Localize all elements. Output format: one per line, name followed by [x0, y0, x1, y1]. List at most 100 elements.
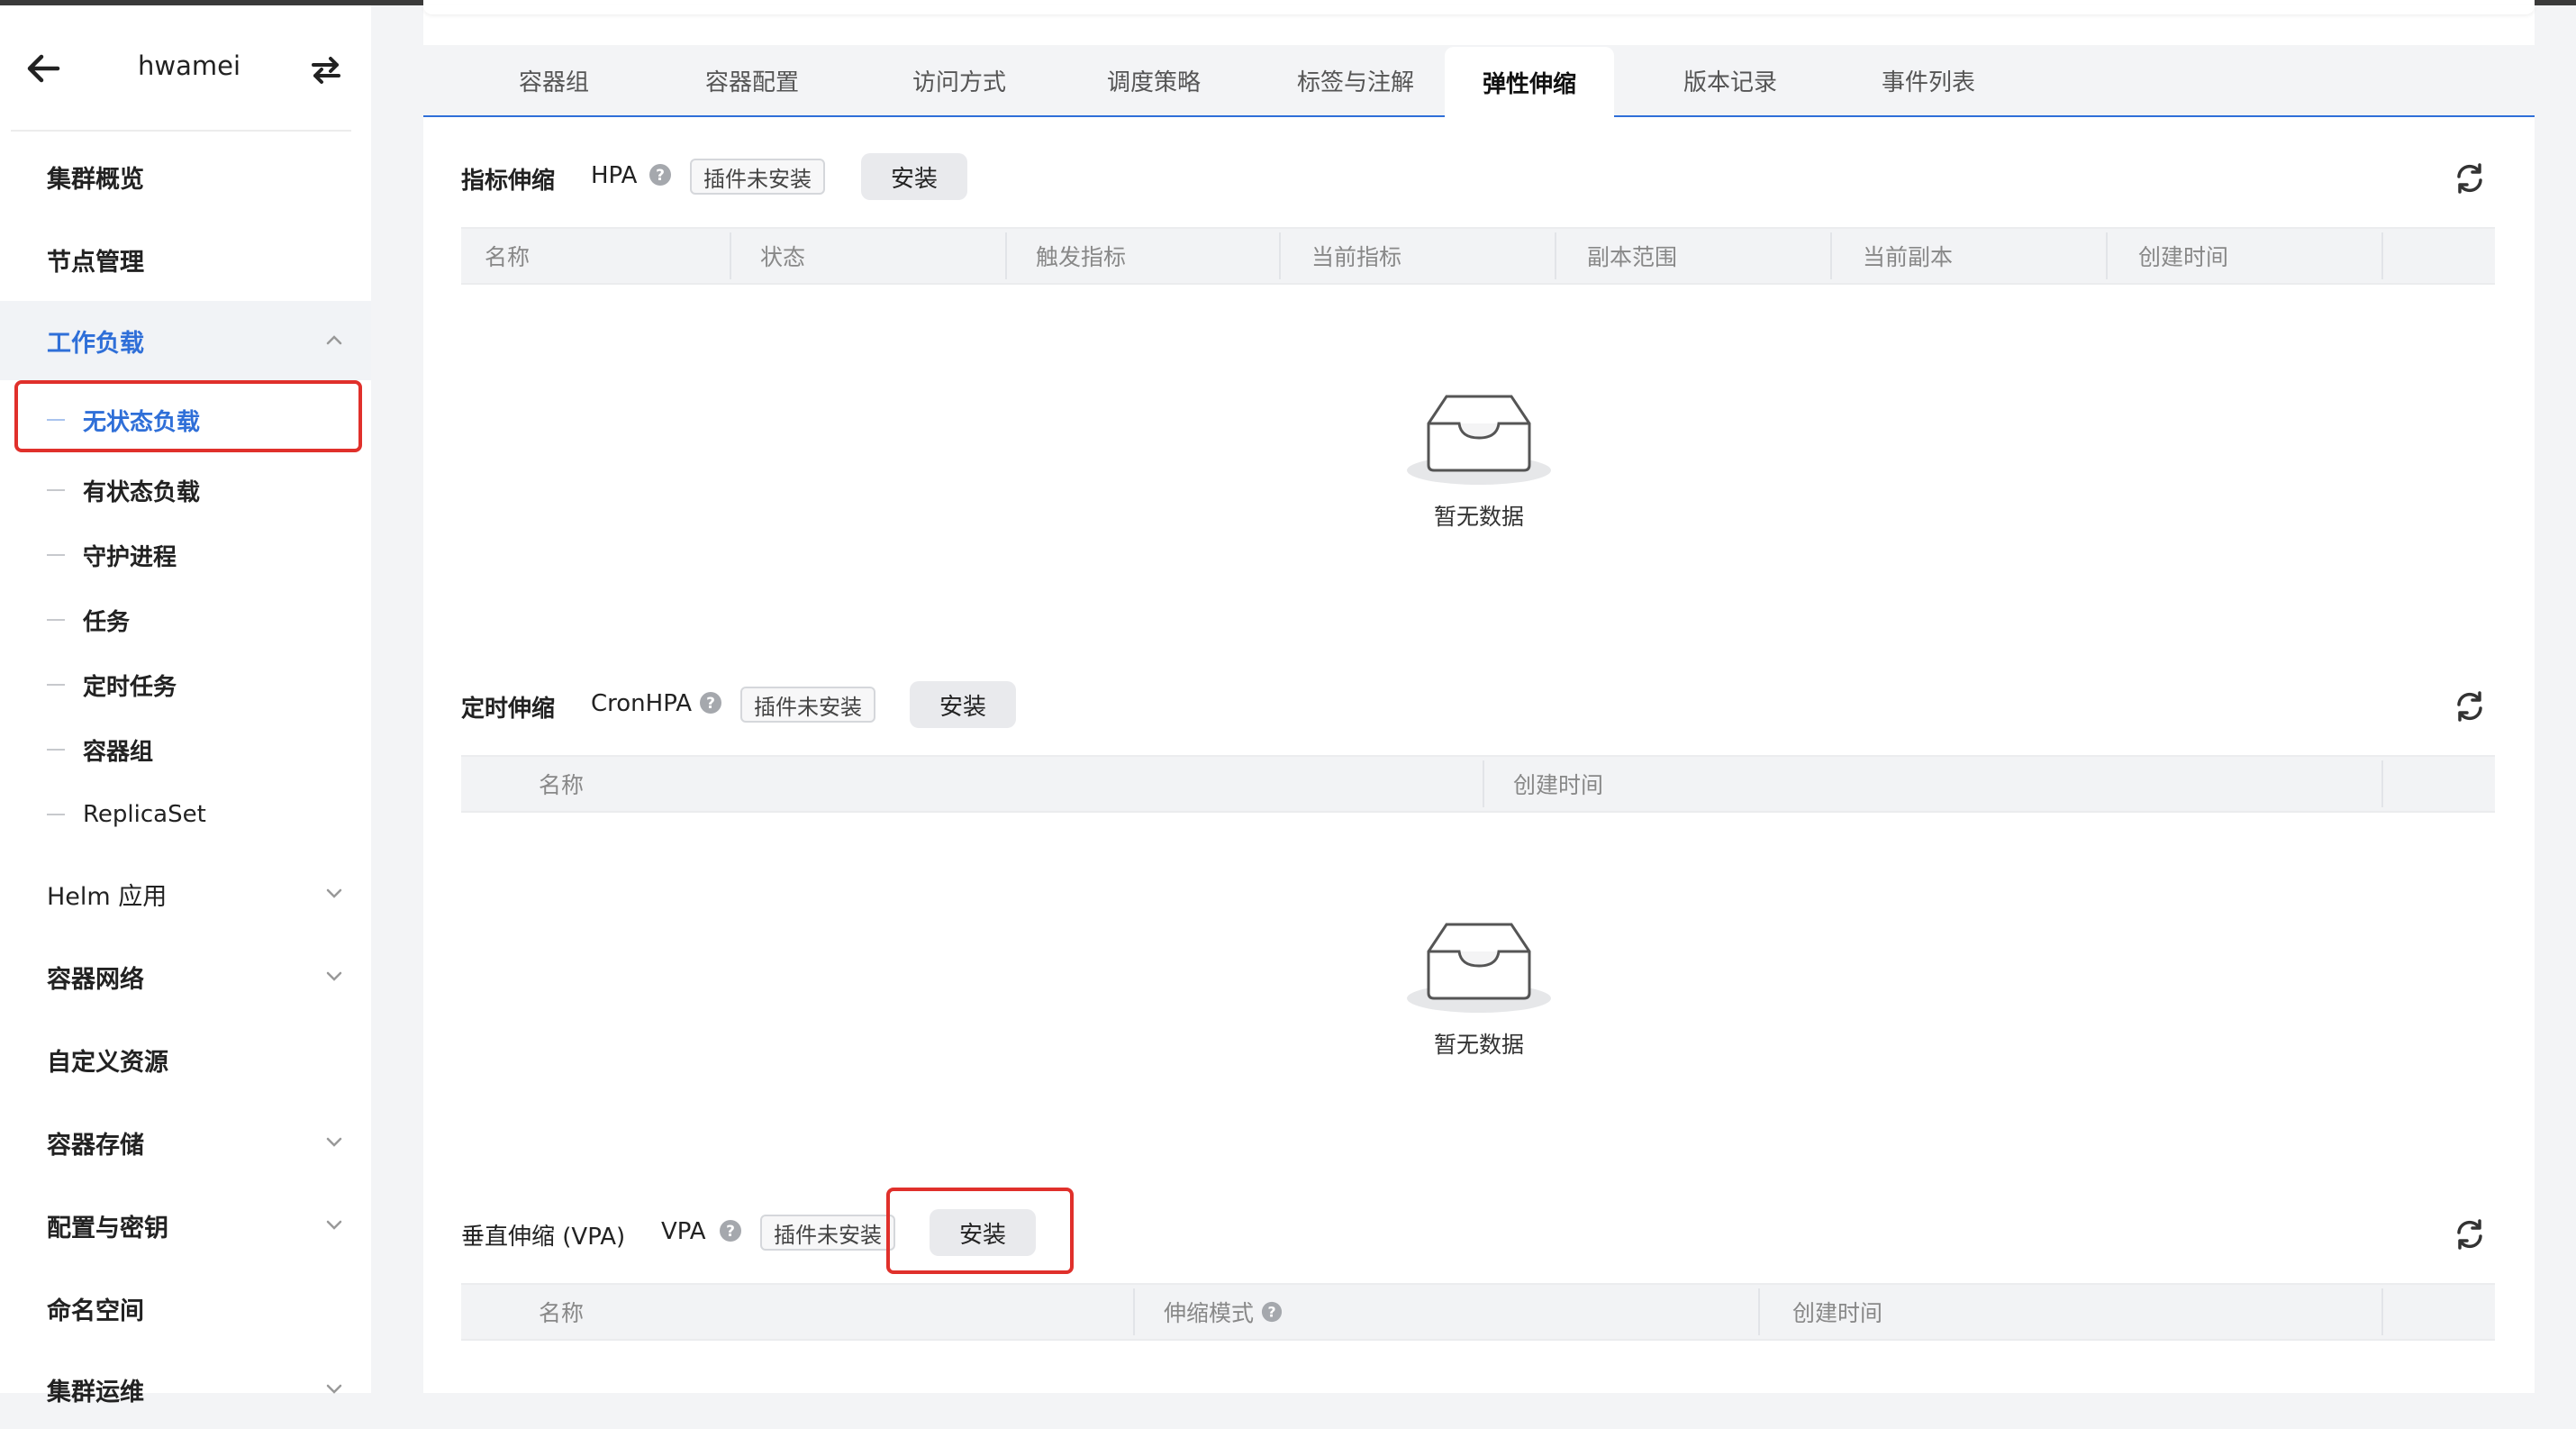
sidebar-item-cronjobs[interactable]: 定时任务	[0, 652, 371, 717]
column-separator	[2106, 232, 2108, 279]
sidebar-item-cluster-overview[interactable]: 集群概览	[0, 137, 371, 216]
sidebar-item-replicasets[interactable]: ReplicaSet	[0, 782, 371, 847]
svg-text:?: ?	[656, 167, 665, 185]
column-header[interactable]: 名称	[539, 1285, 1043, 1339]
vpa-table-header: 名称 伸缩模式 ? 创建时间	[461, 1283, 2495, 1341]
tab-scheduling[interactable]: 调度策略	[1059, 45, 1248, 115]
sidebar-item-label: Helm 应用	[47, 882, 168, 911]
sidebar-item-container-network[interactable]: 容器网络	[0, 937, 371, 1016]
column-header[interactable]: 名称	[539, 757, 1349, 811]
column-header[interactable]: 状态	[760, 229, 1003, 283]
sidebar-item-label: 自定义资源	[47, 1048, 168, 1077]
refresh-icon[interactable]	[2452, 688, 2488, 724]
column-header[interactable]: 创建时间	[1513, 757, 2324, 811]
sidebar-item-label: 工作负载	[47, 329, 144, 358]
column-header[interactable]: 当前指标	[1311, 229, 1555, 283]
tab-label: 标签与注解	[1296, 68, 1414, 96]
sidebar-item-cluster-ops[interactable]: 集群运维	[0, 1350, 371, 1429]
hpa-kind-label: HPA	[591, 162, 638, 189]
tab-label: 容器组	[518, 68, 589, 96]
help-icon[interactable]: ?	[649, 163, 672, 187]
column-header[interactable]: 名称	[485, 229, 728, 283]
plugin-status-badge: 插件未安装	[690, 159, 825, 195]
tab-label: 调度策略	[1106, 68, 1201, 96]
plugin-status-badge: 插件未安装	[740, 687, 875, 723]
sidebar-item-daemonsets[interactable]: 守护进程	[0, 523, 371, 587]
column-header[interactable]: 当前副本	[1863, 229, 2106, 283]
help-icon[interactable]: ?	[1261, 1301, 1283, 1323]
column-header[interactable]: 创建时间	[1792, 1285, 2333, 1339]
sidebar-item-config-secrets[interactable]: 配置与密钥	[0, 1186, 371, 1265]
column-separator	[2381, 1288, 2383, 1335]
tree-dash	[47, 684, 65, 686]
sidebar-item-jobs[interactable]: 任务	[0, 587, 371, 652]
tab-pods[interactable]: 容器组	[477, 45, 630, 115]
tree-dash	[47, 749, 65, 751]
cron-install-button[interactable]: 安装	[910, 681, 1016, 728]
chevron-down-icon	[326, 971, 342, 981]
tab-access[interactable]: 访问方式	[865, 45, 1054, 115]
tab-versions[interactable]: 版本记录	[1636, 45, 1825, 115]
cron-kind-label: CronHPA	[591, 690, 693, 717]
tab-container-config[interactable]: 容器配置	[658, 45, 847, 115]
svg-text:?: ?	[726, 1223, 735, 1241]
column-separator	[1758, 1288, 1760, 1335]
cron-section-title: 定时伸缩	[461, 696, 556, 723]
tab-labels-annotations[interactable]: 标签与注解	[1252, 45, 1459, 115]
column-header[interactable]: 伸缩模式 ?	[1164, 1285, 1434, 1339]
refresh-icon[interactable]	[2452, 160, 2488, 196]
hpa-table-header: 名称 状态 触发指标 当前指标 副本范围 当前副本 创建时间	[461, 227, 2495, 285]
sidebar-item-statefulsets[interactable]: 有状态负载	[0, 458, 371, 523]
column-separator	[1279, 232, 1281, 279]
sidebar-header: hwamei	[0, 5, 371, 132]
sidebar-item-custom-resources[interactable]: 自定义资源	[0, 1020, 371, 1099]
sidebar-item-pods[interactable]: 容器组	[0, 717, 371, 782]
tab-bar: 容器组 容器配置 访问方式 调度策略 标签与注解 弹性伸缩 版本记录 事件列表	[423, 45, 2535, 117]
column-separator	[1830, 232, 1832, 279]
sidebar-item-label: 定时任务	[83, 673, 177, 701]
refresh-icon[interactable]	[2452, 1216, 2488, 1252]
sidebar-item-label: 有状态负载	[83, 478, 201, 506]
column-header[interactable]: 创建时间	[2138, 229, 2381, 283]
sidebar-item-helm-apps[interactable]: Helm 应用	[0, 854, 371, 933]
main-panel-top-edge	[423, 5, 2535, 14]
column-separator	[1133, 1288, 1135, 1335]
column-header[interactable]: 副本范围	[1587, 229, 1830, 283]
tab-events[interactable]: 事件列表	[1834, 45, 2023, 115]
sidebar-item-container-storage[interactable]: 容器存储	[0, 1103, 371, 1182]
chevron-up-icon	[326, 335, 342, 345]
column-header[interactable]: 触发指标	[1036, 229, 1279, 283]
tree-dash	[47, 814, 65, 815]
column-separator	[1483, 760, 1484, 807]
tab-label: 容器配置	[704, 68, 799, 96]
help-icon[interactable]: ?	[719, 1219, 742, 1242]
hpa-install-button[interactable]: 安装	[861, 153, 967, 200]
switch-cluster-icon[interactable]	[306, 50, 346, 90]
cron-empty-state: 暂无数据	[1380, 915, 1578, 1060]
sidebar-item-label: 命名空间	[47, 1297, 144, 1325]
sidebar-item-label: 容器组	[83, 738, 154, 766]
chevron-down-icon	[326, 1137, 342, 1147]
empty-inbox-icon	[1407, 923, 1551, 1013]
plugin-status-badge: 插件未安装	[760, 1215, 895, 1251]
cluster-name: hwamei	[137, 50, 241, 81]
highlight-box	[886, 1188, 1074, 1274]
column-separator	[1005, 232, 1007, 279]
empty-text: 暂无数据	[1433, 504, 1524, 530]
help-icon[interactable]: ?	[699, 691, 722, 714]
sidebar-item-label: 集群概览	[47, 165, 144, 194]
tree-dash	[47, 554, 65, 556]
vpa-kind-label: VPA	[661, 1218, 706, 1245]
empty-text: 暂无数据	[1433, 1032, 1524, 1058]
back-arrow-icon[interactable]	[22, 47, 65, 90]
sidebar-item-node-management[interactable]: 节点管理	[0, 220, 371, 299]
sidebar-item-label: 守护进程	[83, 543, 177, 571]
chevron-down-icon	[326, 1220, 342, 1230]
sidebar-item-label: 任务	[83, 608, 131, 636]
tab-autoscaling[interactable]: 弹性伸缩	[1445, 47, 1614, 117]
column-separator	[730, 232, 731, 279]
svg-text:?: ?	[706, 695, 715, 713]
sidebar-item-namespaces[interactable]: 命名空间	[0, 1269, 371, 1348]
main-panel: 容器组 容器配置 访问方式 调度策略 标签与注解 弹性伸缩 版本记录 事件列表 …	[423, 0, 2535, 1393]
sidebar-item-workloads[interactable]: 工作负载	[0, 301, 371, 380]
